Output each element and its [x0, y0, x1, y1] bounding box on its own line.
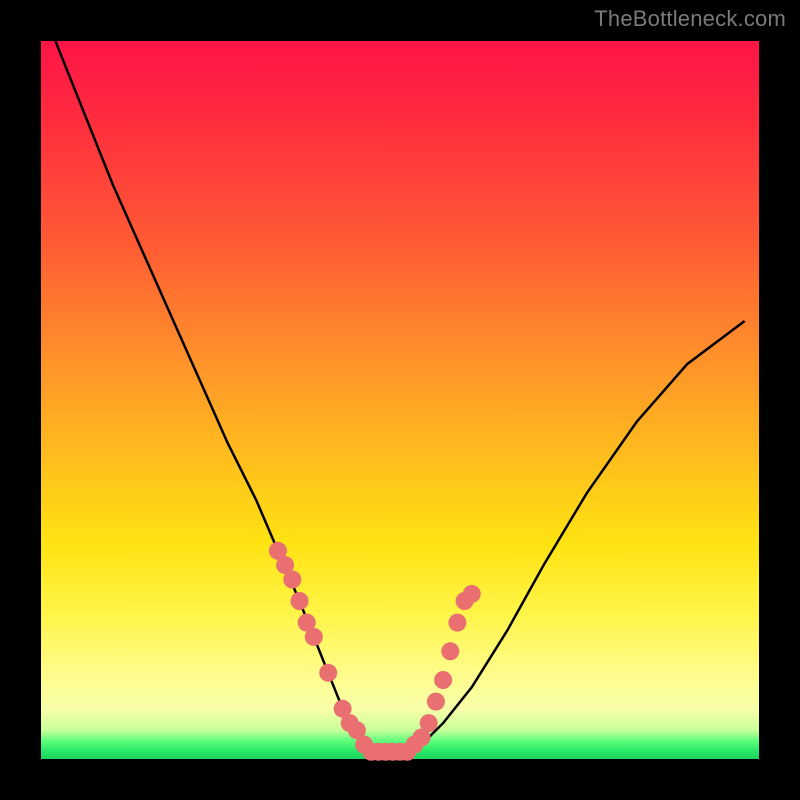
plot-area — [41, 41, 759, 759]
data-dot — [434, 671, 452, 689]
data-dot — [319, 664, 337, 682]
data-dot — [283, 571, 301, 589]
data-dot — [420, 714, 438, 732]
data-dot — [463, 585, 481, 603]
data-dot — [291, 592, 309, 610]
data-dot — [448, 614, 466, 632]
data-dot — [305, 628, 323, 646]
data-dot — [441, 642, 459, 660]
data-dot — [427, 693, 445, 711]
bottleneck-curve — [55, 41, 744, 752]
chart-frame: TheBottleneck.com — [0, 0, 800, 800]
watermark-text: TheBottleneck.com — [594, 6, 786, 32]
data-dot — [398, 743, 416, 761]
bottleneck-curve-svg — [41, 41, 759, 759]
data-dots-group — [269, 542, 481, 761]
